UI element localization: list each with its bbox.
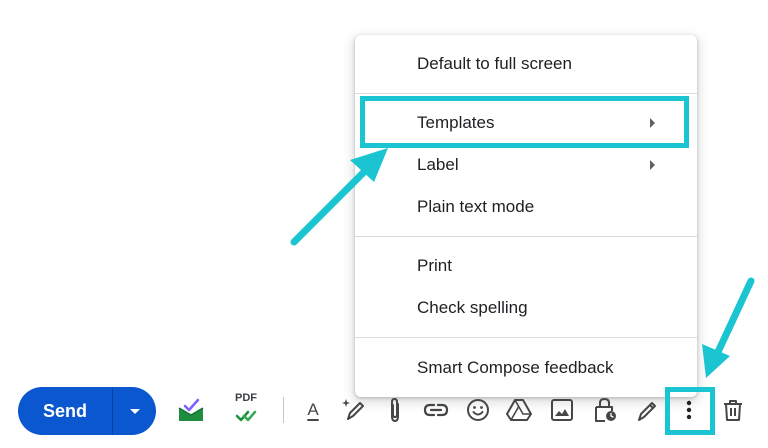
menu-divider — [355, 337, 697, 338]
submenu-arrow-icon — [650, 160, 655, 170]
more-options-icon[interactable] — [674, 395, 704, 425]
photo-icon[interactable] — [547, 395, 577, 425]
pdf-icon[interactable]: PDF — [231, 392, 261, 426]
menu-item-label: Label — [417, 155, 459, 174]
menu-item-default-full-screen[interactable]: Default to full screen — [355, 44, 697, 84]
link-icon[interactable] — [421, 395, 451, 425]
menu-item-label: Smart Compose feedback — [417, 358, 614, 377]
more-options-menu: Default to full screen Templates Label P… — [355, 35, 697, 397]
pdf-icon-label: PDF — [235, 392, 257, 404]
envelope-check-icon[interactable] — [176, 395, 206, 425]
drive-icon[interactable] — [504, 395, 534, 425]
format-text-letter: A — [307, 400, 319, 419]
signature-pen-icon[interactable] — [632, 395, 662, 425]
send-options-button[interactable] — [113, 387, 156, 435]
arrow-to-more-options — [702, 277, 755, 378]
format-text-icon[interactable]: A — [298, 395, 328, 425]
toolbar-separator — [283, 397, 284, 423]
menu-divider — [355, 93, 697, 94]
menu-item-plain-text-mode[interactable]: Plain text mode — [355, 187, 697, 227]
menu-item-label: Plain text mode — [417, 197, 535, 216]
confidential-lock-icon[interactable] — [590, 395, 620, 425]
ai-pen-icon[interactable] — [339, 395, 369, 425]
attach-icon[interactable] — [380, 395, 410, 425]
menu-item-label: Check spelling — [417, 298, 528, 317]
menu-item-templates[interactable]: Templates — [355, 103, 697, 143]
send-button[interactable]: Send — [18, 387, 112, 435]
submenu-arrow-icon — [650, 118, 655, 128]
trash-icon[interactable] — [718, 395, 748, 425]
menu-item-print[interactable]: Print — [355, 246, 697, 286]
emoji-icon[interactable] — [463, 395, 493, 425]
menu-item-label: Print — [417, 256, 452, 275]
menu-item-smart-compose-feedback[interactable]: Smart Compose feedback — [355, 348, 697, 388]
menu-item-label: Default to full screen — [417, 54, 572, 73]
chevron-down-icon — [129, 408, 140, 414]
menu-item-label: Templates — [417, 113, 495, 132]
menu-item-label-submenu[interactable]: Label — [355, 145, 697, 185]
send-button-group: Send — [18, 387, 156, 435]
menu-item-check-spelling[interactable]: Check spelling — [355, 288, 697, 328]
menu-divider — [355, 236, 697, 237]
